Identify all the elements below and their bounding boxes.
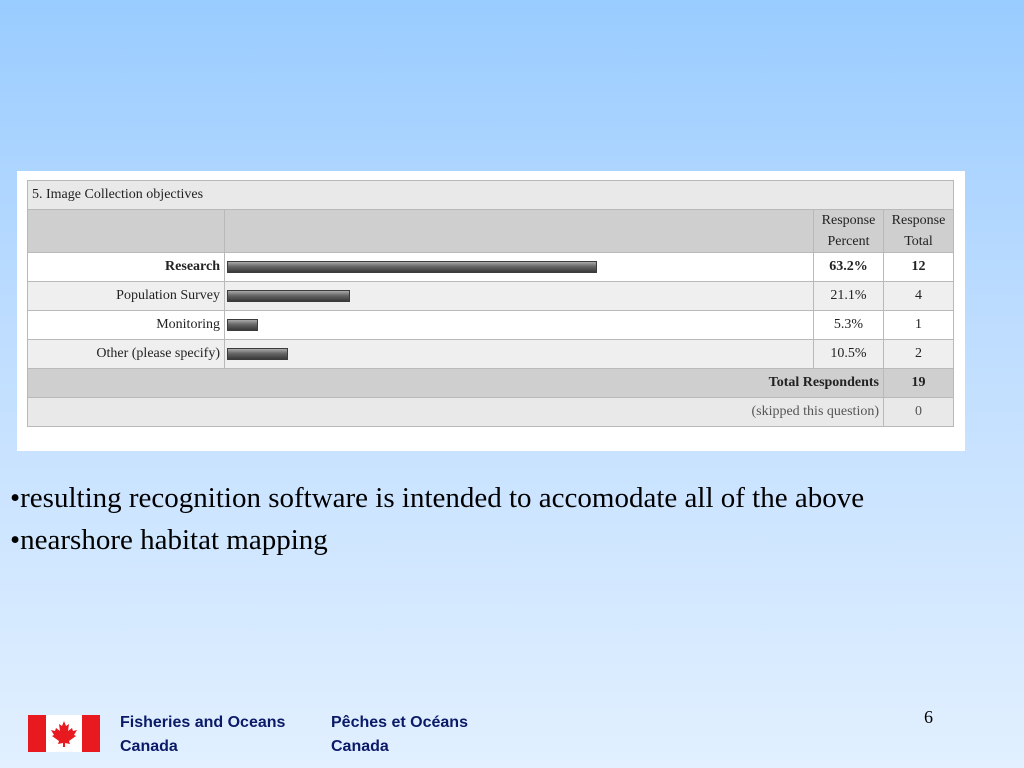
row-percent: 10.5% [813,339,884,369]
row-total: 4 [883,281,954,311]
footer-french: Pêches et Océans Canada [331,711,468,759]
row-label: Other (please specify) [27,339,225,369]
bar-cell [224,339,814,369]
header-total-line1: Response [891,213,946,228]
flag-red-band-left [28,715,46,752]
survey-results-table: 5. Image Collection objectives Response … [27,180,954,427]
canada-flag-icon [28,715,100,752]
survey-results-panel: 5. Image Collection objectives Response … [17,171,965,451]
response-bar [227,319,258,331]
bullet-item: •resulting recognition software is inten… [10,482,865,514]
bar-cell [224,310,814,340]
flag-red-band-right [82,715,100,752]
table-row: Other (please specify) 10.5% 2 [27,339,954,369]
row-percent: 5.3% [813,310,884,340]
skipped-row: (skipped this question) 0 [27,397,954,427]
footer-english: Fisheries and Oceans Canada [120,711,285,759]
skipped-value: 0 [883,397,954,427]
header-response-total: Response Total [883,209,954,253]
footer-french-line1: Pêches et Océans [331,714,468,731]
slide-number: 6 [924,707,933,727]
table-row: Research 63.2% 12 [27,252,954,282]
response-bar [227,290,350,302]
row-label: Research [27,252,225,282]
total-respondents-row: Total Respondents 19 [27,368,954,398]
header-blank-label [27,209,225,253]
bullet-item: •nearshore habitat mapping [10,524,328,556]
maple-leaf-icon [51,721,77,747]
bar-cell [224,252,814,282]
table-row: Monitoring 5.3% 1 [27,310,954,340]
bar-cell [224,281,814,311]
footer-english-line2: Canada [120,738,178,755]
header-response-percent: Response Percent [813,209,884,253]
skipped-label: (skipped this question) [27,397,884,427]
header-total-line2: Total [904,234,933,249]
row-label: Monitoring [27,310,225,340]
header-percent-line1: Response [821,213,876,228]
footer-english-line1: Fisheries and Oceans [120,714,286,731]
header-percent-line2: Percent [827,234,870,249]
row-percent: 63.2% [813,252,884,282]
bullet-list: •resulting recognition software is inten… [10,477,1020,561]
total-respondents-value: 19 [883,368,954,398]
response-bar [227,348,288,360]
table-row: Population Survey 21.1% 4 [27,281,954,311]
row-total: 12 [883,252,954,282]
row-percent: 21.1% [813,281,884,311]
response-bar [227,261,597,273]
question-title: 5. Image Collection objectives [27,180,954,210]
footer-french-line2: Canada [331,738,389,755]
row-label: Population Survey [27,281,225,311]
row-total: 2 [883,339,954,369]
row-total: 1 [883,310,954,340]
header-blank-bar [224,209,814,253]
total-respondents-label: Total Respondents [27,368,884,398]
